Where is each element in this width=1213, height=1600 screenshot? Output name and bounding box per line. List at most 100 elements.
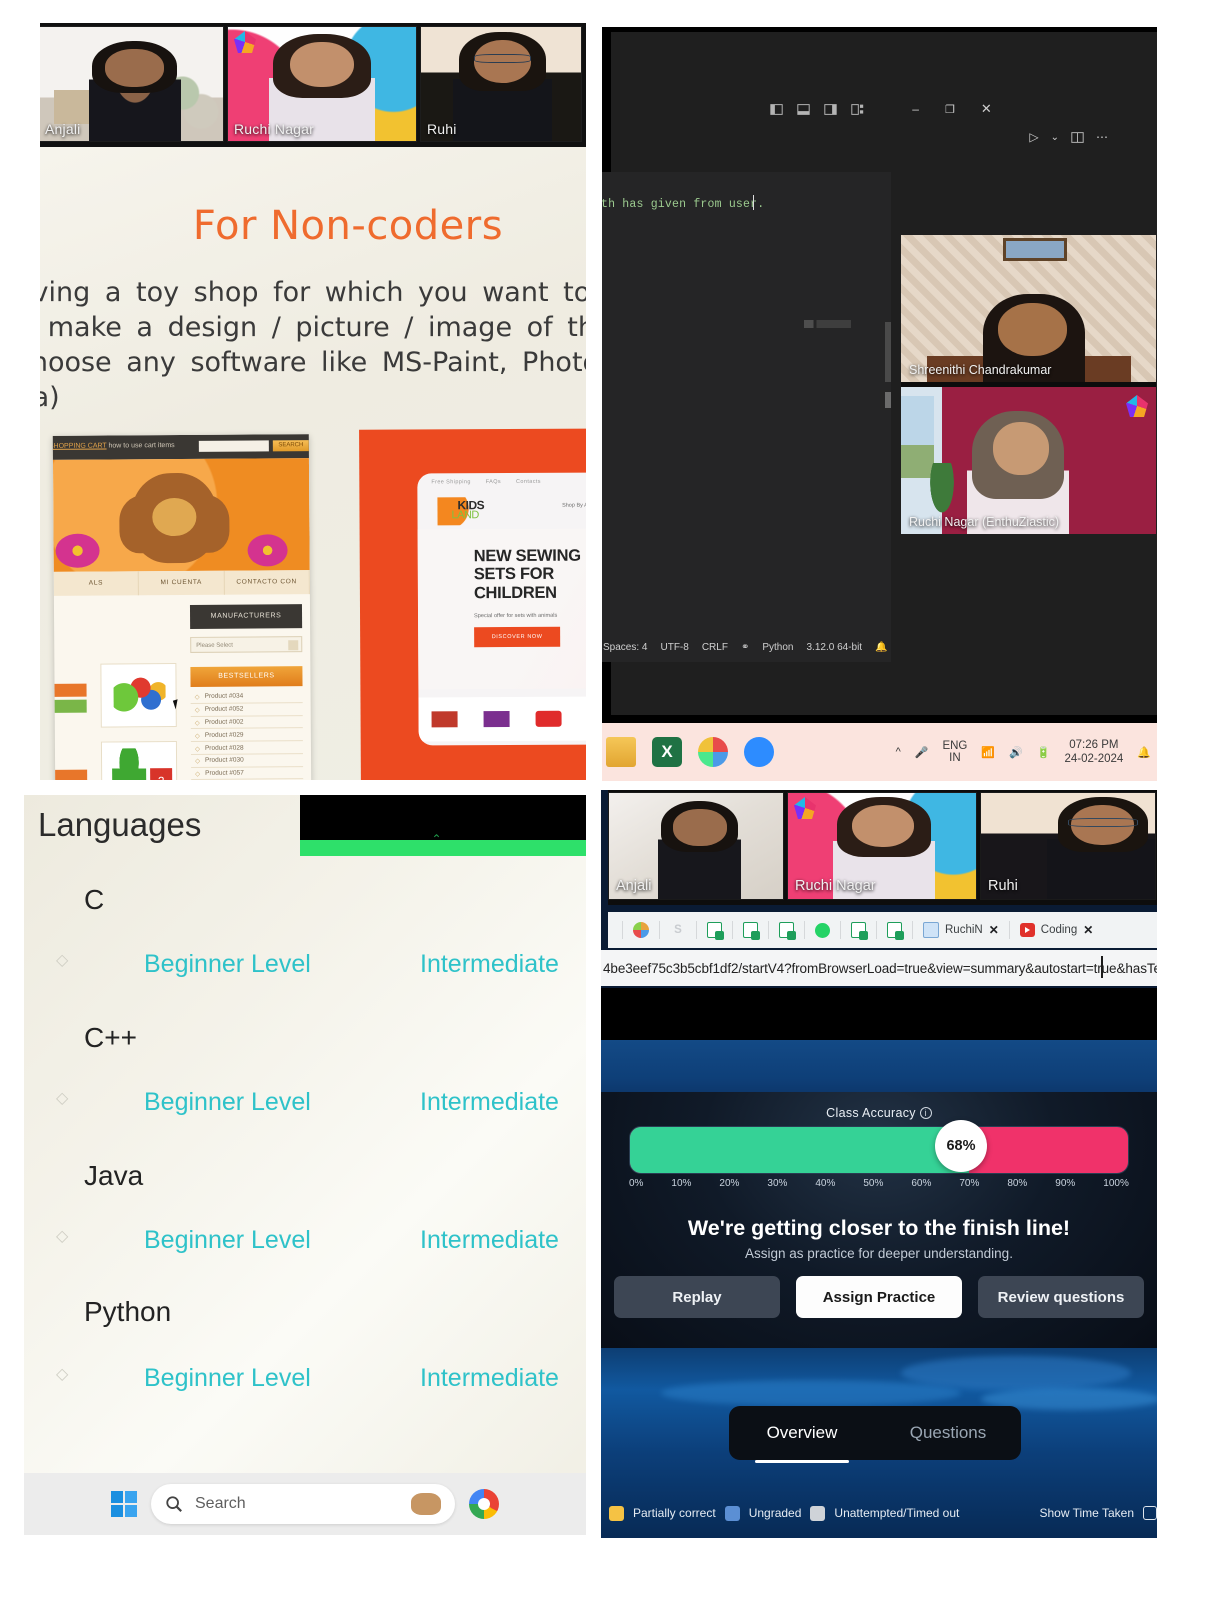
toy-product-image	[113, 676, 166, 715]
menu-item[interactable]: Shop By Age	[562, 503, 586, 509]
search-input[interactable]: Search	[151, 1484, 455, 1524]
vscode-editor-area[interactable]: th has given from user.	[602, 172, 891, 662]
close-tab-icon[interactable]: ✕	[989, 923, 999, 937]
toggle-secondary-sidebar-icon[interactable]	[824, 103, 837, 116]
top-nav-item[interactable]: Contacts	[516, 479, 541, 485]
wifi-icon[interactable]: 📶	[981, 746, 995, 759]
chevron-down-icon[interactable]: ⌄	[1051, 132, 1059, 143]
google-sheets-icon[interactable]	[887, 922, 904, 940]
shop-nav-item-0[interactable]: ALS	[53, 571, 140, 596]
list-item[interactable]: Product #029	[190, 728, 303, 743]
s-bookmark-icon[interactable]: S	[670, 922, 686, 938]
list-item[interactable]: Product #028	[190, 741, 304, 755]
tab-label-ruchin[interactable]: RuchiN	[945, 924, 983, 936]
run-file-icon[interactable]: ▷	[1029, 130, 1038, 144]
google-sheets-icon[interactable]	[743, 922, 760, 940]
video-tile-ruchi-nagar[interactable]: Ruchi Nagar	[787, 792, 977, 900]
video-tile-shreenithi[interactable]: Shreenithi Chandrakumar	[901, 235, 1156, 382]
status-eol[interactable]: CRLF	[702, 642, 728, 653]
accuracy-fill	[630, 1127, 969, 1173]
show-hidden-icons-icon[interactable]: ^	[896, 746, 901, 758]
manufacturers-select[interactable]: Please Select	[190, 636, 303, 653]
video-tile-anjali[interactable]: Anjali	[38, 26, 224, 142]
shop-search-input[interactable]	[198, 440, 269, 452]
sidebar-button[interactable]	[52, 769, 88, 780]
tab-label-coding[interactable]: Coding	[1041, 924, 1077, 936]
list-item[interactable]: Product #057	[191, 766, 304, 780]
clock[interactable]: 07:26 PM 24-02-2024	[1064, 738, 1123, 766]
top-nav-item[interactable]: Free Shipping	[431, 479, 470, 485]
volume-icon[interactable]: 🔊	[1009, 746, 1023, 759]
list-item[interactable]: Product #052	[190, 702, 303, 717]
sidebar-button[interactable]	[52, 699, 87, 713]
info-icon[interactable]: i	[919, 1107, 932, 1119]
shop-nav-item-2[interactable]: CONTACTO CON	[224, 570, 310, 595]
review-questions-button[interactable]: Review questions	[978, 1276, 1144, 1318]
editor-minimap[interactable]	[804, 320, 882, 328]
colorful-bookmark-icon[interactable]	[633, 922, 649, 938]
tab-overview[interactable]: Overview	[729, 1406, 875, 1463]
notifications-bell-icon[interactable]: 🔔	[1137, 746, 1151, 759]
google-sheets-icon[interactable]	[851, 922, 868, 940]
scrollbar-thumb[interactable]	[885, 322, 891, 382]
shop-nav-item-1[interactable]: MI CUENTA	[139, 570, 225, 596]
level-label[interactable]: Intermediate	[420, 1226, 559, 1255]
video-tile-ruhi[interactable]: Ruhi	[420, 26, 582, 142]
replay-button[interactable]: Replay	[614, 1276, 780, 1318]
top-nav-item[interactable]: FAQs	[486, 479, 501, 485]
level-label[interactable]: Beginner Level	[144, 950, 311, 979]
status-spaces[interactable]: Spaces: 4	[603, 642, 647, 653]
whatsapp-icon[interactable]	[815, 922, 830, 938]
status-interpreter[interactable]: 3.12.0 64-bit	[806, 642, 862, 653]
paint-icon[interactable]	[698, 737, 728, 767]
list-item[interactable]: Product #030	[191, 754, 304, 768]
google-sheets-icon[interactable]	[779, 922, 796, 940]
bell-icon[interactable]: 🔔	[875, 642, 887, 653]
chrome-icon[interactable]	[469, 1489, 499, 1519]
scrollbar-thumb-secondary[interactable]	[885, 392, 891, 408]
battery-icon[interactable]: 🔋	[1037, 746, 1051, 759]
product-card[interactable]	[100, 663, 177, 728]
level-label[interactable]: Intermediate	[420, 1088, 559, 1117]
discover-now-button[interactable]: DISCOVER NOW	[474, 626, 561, 648]
video-tile-ruhi[interactable]: Ruhi	[980, 792, 1156, 900]
status-encoding[interactable]: UTF-8	[660, 642, 688, 653]
level-label[interactable]: Intermediate	[420, 1364, 559, 1393]
video-tile-anjali[interactable]: Anjali	[608, 792, 784, 900]
customize-layout-icon[interactable]	[851, 103, 864, 116]
address-bar[interactable]: 4be3eef75c3b5cbf1df2/startV4?fromBrowser…	[601, 950, 1157, 986]
sidebar-button[interactable]	[52, 683, 87, 697]
shopping-cart-link[interactable]: SHOPPING CART	[53, 443, 107, 450]
file-explorer-icon[interactable]	[606, 737, 636, 767]
zoom-icon[interactable]	[744, 737, 774, 767]
video-tile-ruchi-enthuziastic[interactable]: Ruchi Nagar (EnthuZiastic)	[901, 387, 1156, 534]
level-label[interactable]: Intermediate	[420, 950, 559, 979]
status-language[interactable]: Python	[762, 642, 793, 653]
close-tab-icon[interactable]: ✕	[1083, 923, 1093, 937]
level-label[interactable]: Beginner Level	[144, 1088, 311, 1117]
minimize-button[interactable]: –	[912, 102, 919, 116]
assign-practice-button[interactable]: Assign Practice	[796, 1276, 962, 1318]
tab-questions[interactable]: Questions	[875, 1406, 1021, 1460]
list-item[interactable]: Product #002	[190, 715, 303, 730]
show-time-taken-checkbox[interactable]	[1143, 1506, 1157, 1520]
excel-icon[interactable]: X	[652, 737, 682, 767]
toggle-primary-sidebar-icon[interactable]	[770, 103, 783, 116]
shop-search-button[interactable]: SEARCH	[272, 440, 309, 452]
toggle-panel-icon[interactable]	[797, 103, 810, 116]
close-button[interactable]: ✕	[981, 101, 992, 117]
product-card[interactable]: 2	[100, 741, 178, 780]
windows-start-icon[interactable]	[111, 1491, 137, 1517]
panel-languages-slide: Languages C ◇ Beginner Level Intermediat…	[24, 790, 586, 1535]
more-actions-icon[interactable]: ⋯	[1096, 130, 1109, 144]
google-sheets-icon[interactable]	[707, 922, 724, 940]
restore-button[interactable]: ❐	[945, 103, 955, 116]
list-item[interactable]: Product #034	[190, 690, 303, 704]
split-editor-icon[interactable]	[1071, 131, 1084, 144]
level-label[interactable]: Beginner Level	[144, 1364, 311, 1393]
video-tile-ruchi-nagar[interactable]: Ruchi Nagar	[227, 26, 417, 142]
language-indicator[interactable]: ENG IN	[942, 740, 967, 764]
editor-scrollbar[interactable]	[885, 322, 891, 442]
level-label[interactable]: Beginner Level	[144, 1226, 311, 1255]
microphone-icon[interactable]: 🎤	[915, 746, 929, 759]
